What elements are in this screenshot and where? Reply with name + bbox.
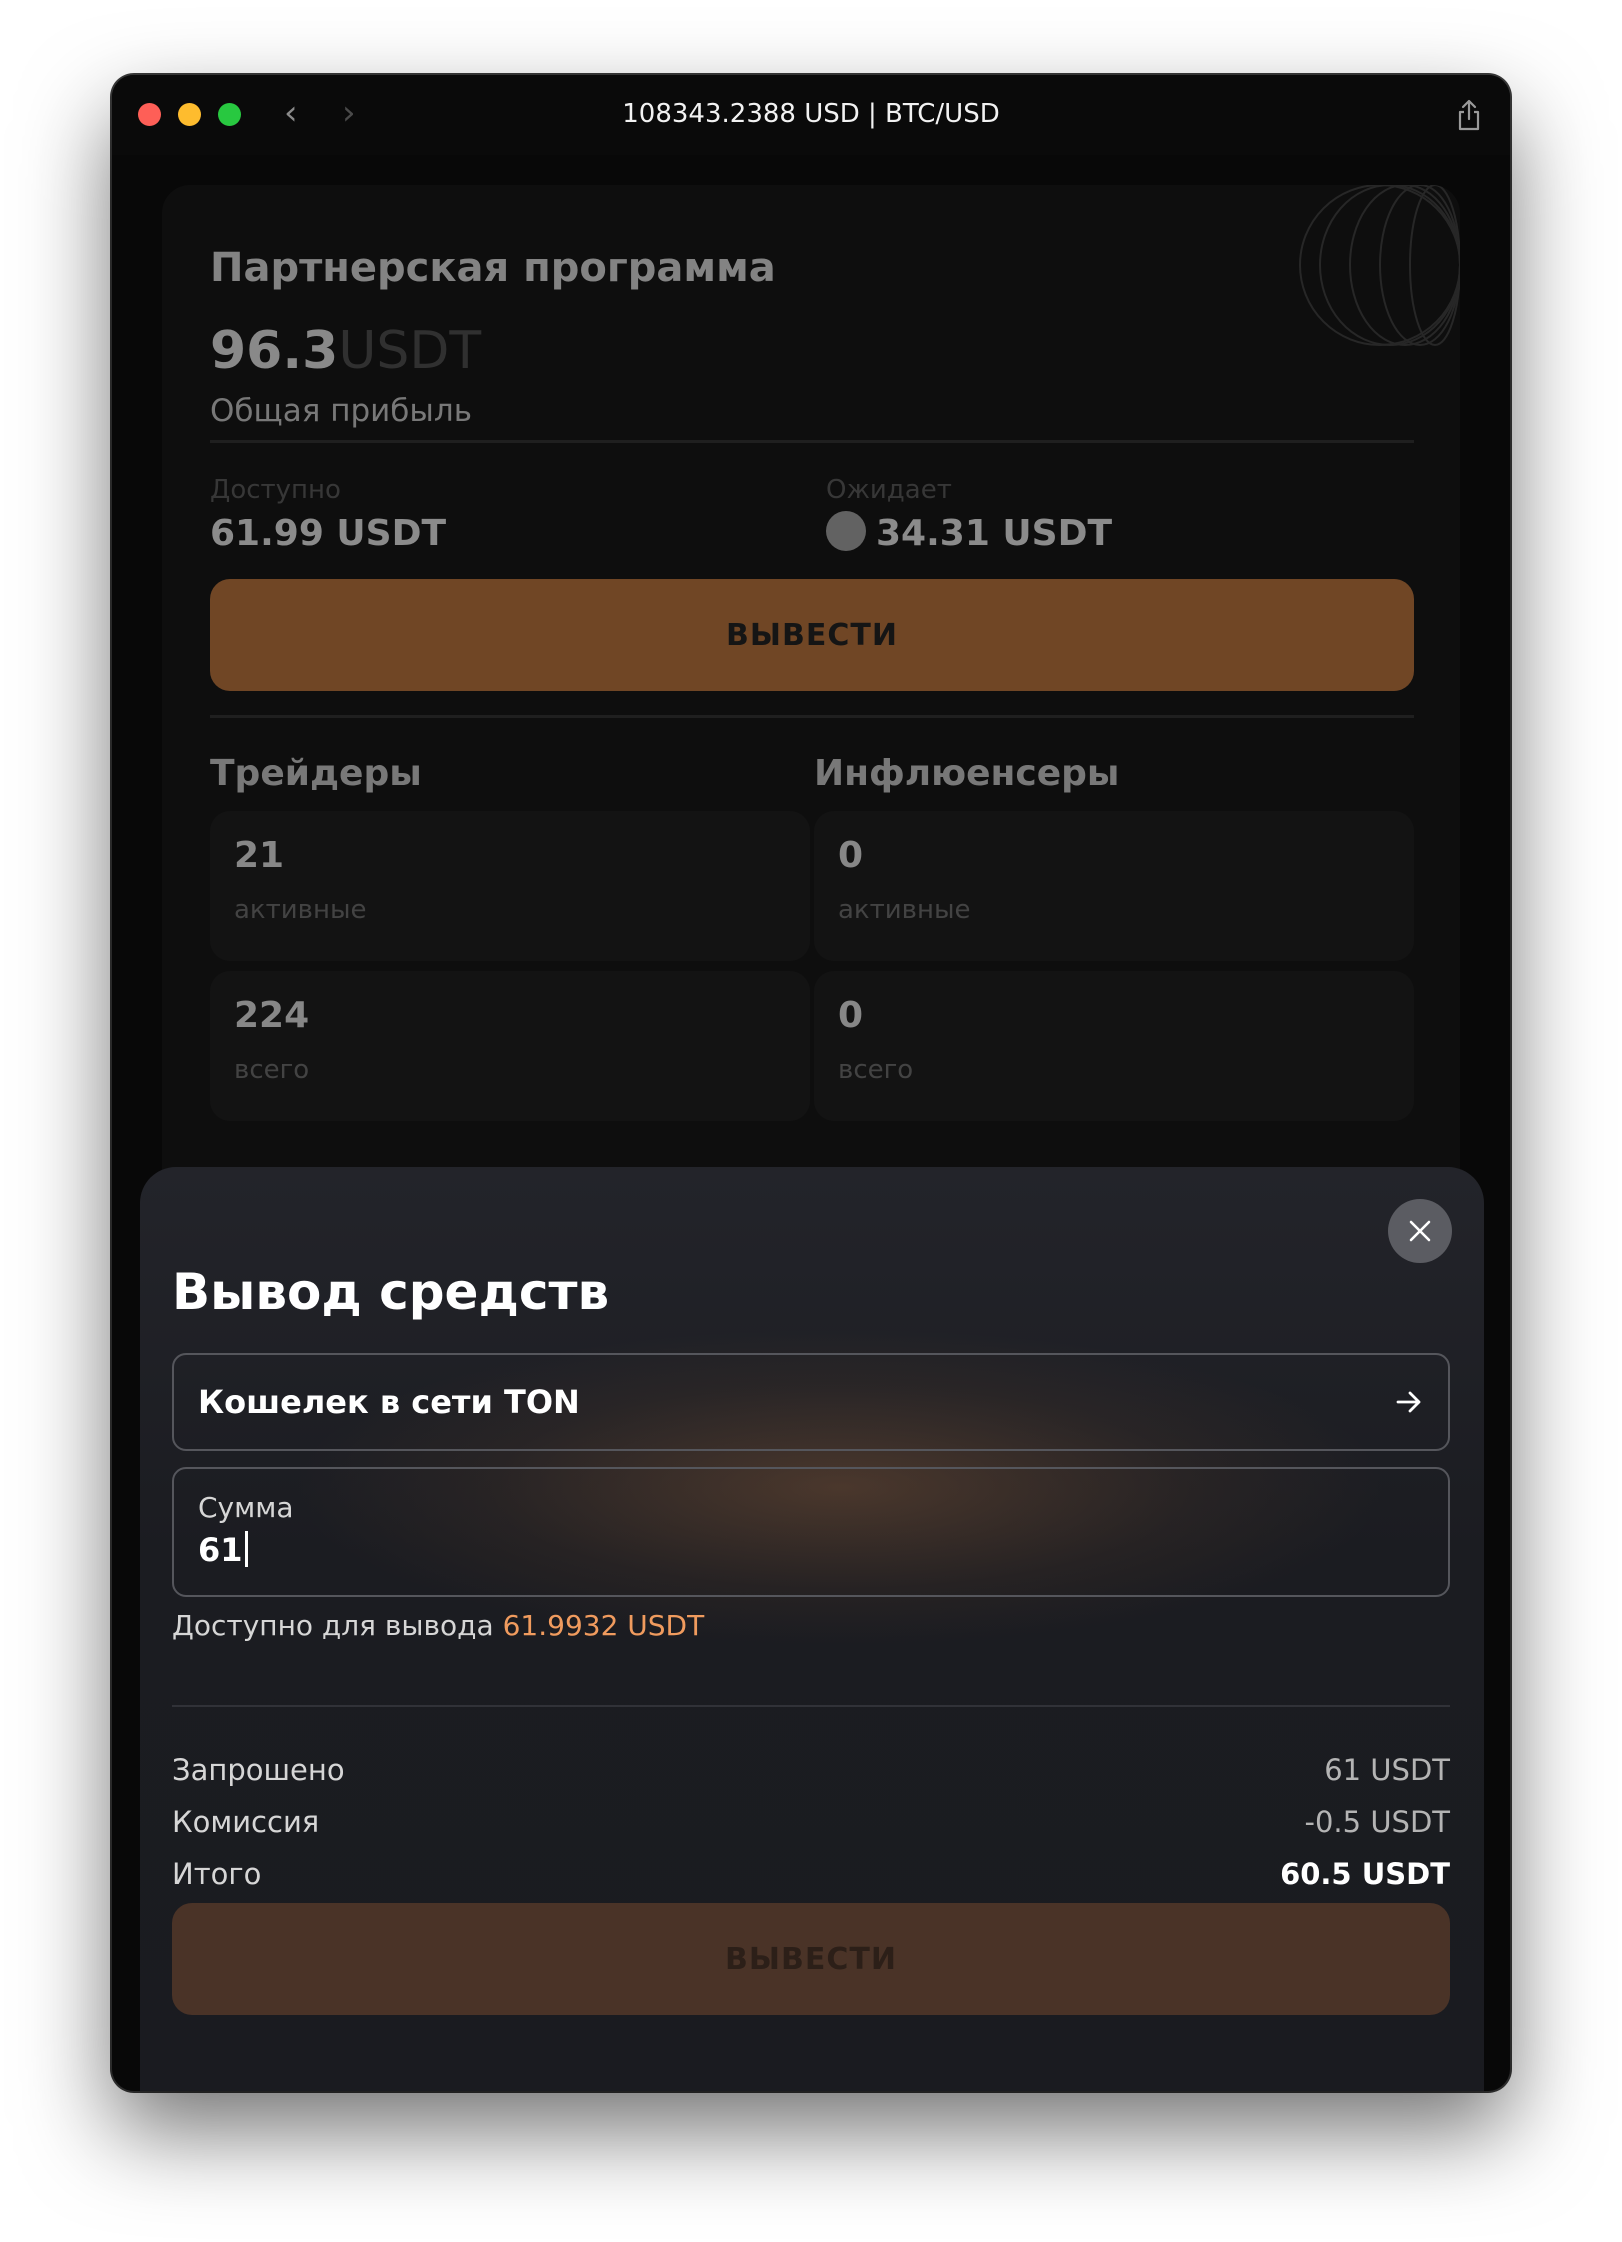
submit-withdraw-button[interactable]: ВЫВЕСТИ bbox=[172, 1903, 1450, 2015]
stat-label: активные bbox=[838, 895, 971, 925]
divider bbox=[172, 1705, 1450, 1707]
wallet-select[interactable]: Кошелек в сети TON bbox=[172, 1353, 1450, 1451]
app-window: ‹ › 108343.2388 USD | BTC/USD Партнерска… bbox=[112, 75, 1510, 2091]
pending-value-row: 34.31 USDT bbox=[826, 511, 1113, 555]
total-profit-value: 96.3USDT bbox=[210, 321, 481, 381]
withdraw-modal: Вывод средств Кошелек в сети TON Сумма 6… bbox=[140, 1167, 1484, 2091]
influencers-active-box: 0 активные bbox=[814, 811, 1414, 961]
text-caret bbox=[244, 1531, 248, 1567]
total-value: 60.5 USDT bbox=[1280, 1857, 1450, 1891]
amount-label: Сумма bbox=[198, 1491, 294, 1524]
available-label: Доступно bbox=[210, 475, 341, 505]
stat-label: всего bbox=[234, 1055, 310, 1085]
stat-number: 0 bbox=[838, 835, 864, 876]
traders-total-box: 224 всего bbox=[210, 971, 810, 1121]
withdraw-button[interactable]: ВЫВЕСТИ bbox=[210, 579, 1414, 691]
available-value: 61.99 USDT bbox=[210, 513, 447, 554]
influencers-total-box: 0 всего bbox=[814, 971, 1414, 1121]
partner-program-card: Партнерская программа 96.3USDT Общая при… bbox=[162, 185, 1460, 1235]
window-title: 108343.2388 USD | BTC/USD bbox=[622, 99, 1000, 129]
fee-value: -0.5 USDT bbox=[1304, 1805, 1450, 1839]
modal-title: Вывод средств bbox=[172, 1263, 610, 1321]
traders-active-box: 21 активные bbox=[210, 811, 810, 961]
requested-value: 61 USDT bbox=[1324, 1753, 1450, 1787]
amount-input[interactable]: 61 bbox=[198, 1531, 248, 1570]
page-title: Партнерская программа bbox=[210, 245, 776, 291]
profit-amount: 96.3 bbox=[210, 321, 339, 381]
influencers-title: Инфлюенсеры bbox=[814, 753, 1120, 794]
amount-value: 61 bbox=[198, 1531, 243, 1569]
wallet-label: Кошелек в сети TON bbox=[198, 1383, 580, 1421]
profit-label: Общая прибыль bbox=[210, 393, 472, 429]
pending-label: Ожидает bbox=[826, 475, 952, 505]
stat-number: 0 bbox=[838, 995, 864, 1036]
requested-label: Запрошено bbox=[172, 1753, 345, 1787]
title-bar: ‹ › 108343.2388 USD | BTC/USD bbox=[112, 75, 1510, 155]
close-icon bbox=[1409, 1220, 1431, 1242]
clock-icon bbox=[826, 511, 866, 551]
divider bbox=[210, 715, 1414, 718]
available-amount: 61.9932 USDT bbox=[502, 1609, 705, 1642]
share-icon[interactable] bbox=[1456, 99, 1482, 131]
stat-label: всего bbox=[838, 1055, 914, 1085]
amount-field[interactable]: Сумма 61 bbox=[172, 1467, 1450, 1597]
pending-value: 34.31 USDT bbox=[876, 513, 1113, 554]
available-prefix: Доступно для вывода bbox=[172, 1609, 494, 1642]
stat-number: 224 bbox=[234, 995, 310, 1036]
traders-title: Трейдеры bbox=[210, 753, 422, 794]
available-for-withdrawal: Доступно для вывода 61.9932 USDT bbox=[172, 1609, 704, 1642]
divider bbox=[210, 440, 1414, 443]
profit-unit: USDT bbox=[338, 321, 482, 381]
close-modal-button[interactable] bbox=[1388, 1199, 1452, 1263]
fee-label: Комиссия bbox=[172, 1805, 320, 1839]
arrow-right-icon bbox=[1396, 1391, 1421, 1413]
decorative-globe-icon bbox=[1299, 185, 1460, 346]
stat-label: активные bbox=[234, 895, 367, 925]
stat-number: 21 bbox=[234, 835, 285, 876]
total-label: Итого bbox=[172, 1857, 262, 1891]
